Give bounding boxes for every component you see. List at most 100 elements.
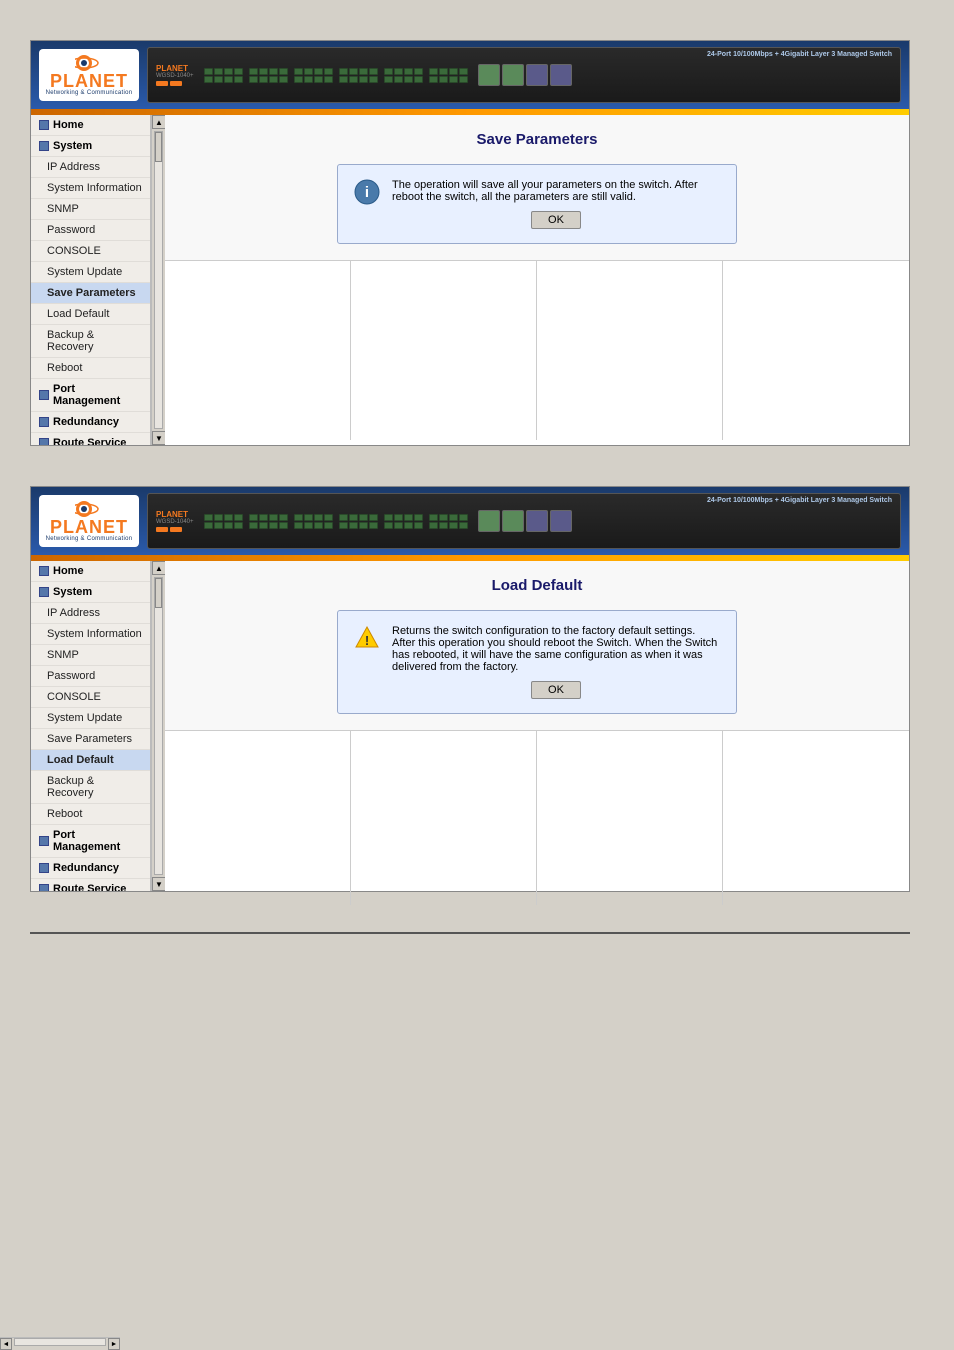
content-area-1: Home System IP Address System Informatio…: [31, 115, 909, 445]
sidebar-item-console-2[interactable]: CONSOLE: [31, 687, 150, 708]
sidebar-item-home-2[interactable]: Home: [31, 561, 150, 582]
sp-logo-2: PLANET: [156, 510, 188, 519]
warn-icon-2: !: [354, 625, 380, 651]
sp-model-2: WGSD-1040+: [156, 519, 194, 525]
bottom-separator: [30, 932, 910, 934]
logo-text-2: PLANET: [50, 518, 128, 536]
vscroll-2: ▲ ▼: [151, 561, 165, 891]
switch-label-2: 24-Port 10/100Mbps + 4Gigabit Layer 3 Ma…: [707, 497, 892, 504]
ok-button-1[interactable]: OK: [531, 211, 581, 229]
sidebar-item-sysupdate-2[interactable]: System Update: [31, 708, 150, 729]
expand-icon-home-2: [39, 566, 49, 576]
switch-body-1: 24-Port 10/100Mbps + 4Gigabit Layer 3 Ma…: [147, 47, 901, 103]
sidebar-item-snmp-1[interactable]: SNMP: [31, 199, 150, 220]
info-text-1: The operation will save all your paramet…: [392, 179, 698, 203]
sfp-group-1: [478, 64, 572, 86]
vscroll-thumb-1[interactable]: [155, 132, 162, 162]
vscroll-1: ▲ ▼: [151, 115, 165, 445]
logo-sub-1: Networking & Communication: [46, 90, 133, 96]
sidebar-item-sysinfo-1[interactable]: System Information: [31, 178, 150, 199]
main-content-2: Load Default ! Returns the switch config…: [165, 561, 909, 891]
sidebar-item-backuprec-1[interactable]: Backup & Recovery: [31, 325, 150, 358]
sidebar-item-redundancy-2[interactable]: Redundancy: [31, 858, 150, 879]
sidebar-item-sysinfo-2[interactable]: System Information: [31, 624, 150, 645]
grid-cell-1b: [351, 261, 537, 440]
sidebar-item-ipaddress-1[interactable]: IP Address: [31, 157, 150, 178]
vscroll-track-2: [154, 577, 163, 875]
main-content-1: Save Parameters i The operation will sav…: [165, 115, 909, 445]
expand-icon-system-1: [39, 141, 49, 151]
port-group-2c: [384, 514, 468, 529]
sidebar-item-system-2[interactable]: System: [31, 582, 150, 603]
sp-model-1: WGSD-1040+: [156, 73, 194, 79]
sidebar-item-sysupdate-1[interactable]: System Update: [31, 262, 150, 283]
expand-icon-redundancy-1: [39, 417, 49, 427]
sidebar-item-password-2[interactable]: Password: [31, 666, 150, 687]
sidebar-item-reboot-1[interactable]: Reboot: [31, 358, 150, 379]
warn-text-2: Returns the switch configuration to the …: [392, 625, 717, 673]
info-message-1: The operation will save all your paramet…: [392, 179, 720, 229]
expand-icon-routesvc-1: [39, 438, 49, 445]
expand-icon-system-2: [39, 587, 49, 597]
sidebar-portmgmt-label-1: Port Management: [53, 383, 142, 407]
sidebar-item-console-1[interactable]: CONSOLE: [31, 241, 150, 262]
port-group-1a: [204, 68, 288, 83]
planet-logo-icon-2: [75, 500, 103, 518]
sidebar-item-loaddefault-2[interactable]: Load Default: [31, 750, 150, 771]
sidebar-item-routesvc-1[interactable]: Route Service: [31, 433, 150, 445]
page-wrapper: PLANET Networking & Communication 24-Por…: [0, 0, 954, 974]
expand-icon-portmgmt-2: [39, 836, 49, 846]
grid-cell-2a: [165, 731, 351, 905]
sidebar-item-routesvc-2[interactable]: Route Service: [31, 879, 150, 891]
ok-button-2[interactable]: OK: [531, 681, 581, 699]
sidebar-item-password-1[interactable]: Password: [31, 220, 150, 241]
sidebar-2: Home System IP Address System Informatio…: [31, 561, 151, 891]
sidebar-routesvc-label-1: Route Service: [53, 437, 126, 445]
switch-brand-2: PLANET WGSD-1040+: [156, 510, 194, 532]
grid-1: [165, 260, 909, 440]
port-group-2b: [294, 514, 378, 529]
grid-2: [165, 730, 909, 905]
grid-cell-1a: [165, 261, 351, 440]
vscroll-thumb-2[interactable]: [155, 578, 162, 608]
expand-icon-routesvc-2: [39, 884, 49, 891]
save-parameters-panel: PLANET Networking & Communication 24-Por…: [30, 40, 910, 446]
vscroll-track-1: [154, 131, 163, 429]
svg-text:i: i: [365, 184, 369, 201]
switch-body-2: 24-Port 10/100Mbps + 4Gigabit Layer 3 Ma…: [147, 493, 901, 549]
info-box-1: i The operation will save all your param…: [337, 164, 737, 244]
warn-message-2: Returns the switch configuration to the …: [392, 625, 720, 699]
sidebar-item-backuprec-2[interactable]: Backup & Recovery: [31, 771, 150, 804]
logo-sub-2: Networking & Communication: [46, 536, 133, 542]
logo-text-1: PLANET: [50, 72, 128, 90]
sidebar-portmgmt-label-2: Port Management: [53, 829, 142, 853]
vscroll-down-2[interactable]: ▼: [152, 877, 166, 891]
sidebar-item-loaddefault-1[interactable]: Load Default: [31, 304, 150, 325]
sidebar-item-reboot-2[interactable]: Reboot: [31, 804, 150, 825]
expand-icon-portmgmt-1: [39, 390, 49, 400]
content-area-2: Home System IP Address System Informatio…: [31, 561, 909, 891]
sidebar-item-ipaddress-2[interactable]: IP Address: [31, 603, 150, 624]
sidebar-item-snmp-2[interactable]: SNMP: [31, 645, 150, 666]
vscroll-down-1[interactable]: ▼: [152, 431, 166, 445]
sidebar-item-home-1[interactable]: Home: [31, 115, 150, 136]
load-default-panel: PLANET Networking & Communication 24-Por…: [30, 486, 910, 892]
sidebar-item-saveparams-2[interactable]: Save Parameters: [31, 729, 150, 750]
grid-cell-1d: [723, 261, 909, 440]
sidebar-system-label-2: System: [53, 586, 92, 598]
sp-logo-1: PLANET: [156, 64, 188, 73]
page-title-2: Load Default: [185, 577, 889, 594]
vscroll-up-1[interactable]: ▲: [152, 115, 166, 129]
grid-cell-2c: [537, 731, 723, 905]
switch-header-2: PLANET Networking & Communication 24-Por…: [31, 487, 909, 555]
sidebar-item-portmgmt-2[interactable]: Port Management: [31, 825, 150, 858]
port-group-1b: [294, 68, 378, 83]
sidebar-item-system-1[interactable]: System: [31, 136, 150, 157]
sidebar-routesvc-label-2: Route Service: [53, 883, 126, 891]
sidebar-item-saveparams-1[interactable]: Save Parameters: [31, 283, 150, 304]
sidebar-item-portmgmt-1[interactable]: Port Management: [31, 379, 150, 412]
expand-icon-home-1: [39, 120, 49, 130]
expand-icon-redundancy-2: [39, 863, 49, 873]
vscroll-up-2[interactable]: ▲: [152, 561, 166, 575]
sidebar-item-redundancy-1[interactable]: Redundancy: [31, 412, 150, 433]
